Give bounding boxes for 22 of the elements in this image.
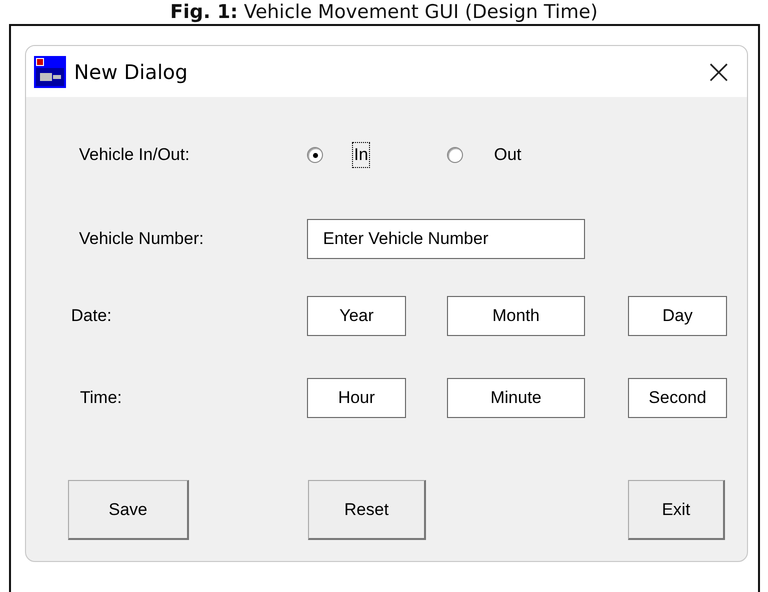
input-field[interactable]: Second [628,378,727,418]
dialog-button[interactable]: Exit [628,480,725,540]
radio-label[interactable]: Out [493,143,522,167]
dialog-button[interactable]: Reset [308,480,426,540]
input-field[interactable]: Hour [307,378,406,418]
input-field[interactable]: Enter Vehicle Number [307,219,585,259]
close-button[interactable]: × [698,54,739,88]
field-label: Vehicle Number: [78,229,205,249]
figure-caption: Fig. 1: Vehicle Movement GUI (Design Time) [169,0,599,24]
input-field[interactable]: Day [628,296,727,336]
input-field[interactable]: Minute [447,378,585,418]
field-label: Time: [79,388,123,408]
radio-label[interactable]: In [353,143,370,167]
field-label: Date: [70,306,113,326]
radio-button[interactable] [447,147,463,163]
input-field[interactable]: Month [447,296,585,336]
radio-button[interactable] [307,147,323,163]
window-icon [34,56,66,88]
window-title: New Dialog [74,60,188,84]
field-label: Vehicle In/Out: [78,145,191,165]
dialog-button[interactable]: Save [68,480,189,540]
input-field[interactable]: Year [307,296,406,336]
